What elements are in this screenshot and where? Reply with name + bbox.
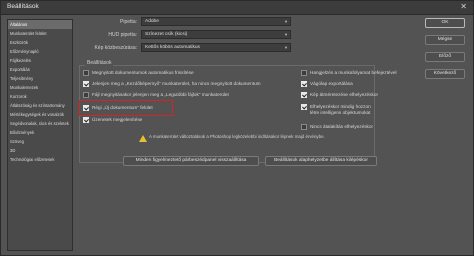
recent-files-label: Fájl megnyitásakor jelenjen meg a „Legut… [92, 92, 229, 97]
picker-value: Adobe [145, 19, 159, 24]
interpolation-value: Kettős köbös automatikus [145, 45, 200, 50]
show-messages-checkbox[interactable] [83, 117, 89, 123]
sidebar-item-type[interactable]: Szöveg [8, 137, 72, 146]
sidebar-item-performance[interactable]: Teljesítmény [8, 74, 72, 83]
beep-checkbox[interactable] [301, 70, 307, 76]
ok-button[interactable]: OK [425, 18, 465, 28]
close-icon[interactable]: ✕ [460, 2, 467, 11]
next-button[interactable]: Következő [425, 69, 465, 79]
hud-select[interactable]: Színezet csík (kicsi) ▼ [141, 30, 291, 39]
cancel-button[interactable]: Mégse [425, 35, 465, 45]
interpolation-select[interactable]: Kettős köbös automatikus ▼ [141, 43, 291, 52]
skip-transform-label: Nincs átalakítás elhelyezéskor [310, 124, 374, 129]
auto-update-label: Megnyitott dokumentumok automatikus fris… [92, 70, 194, 75]
preferences-sidebar: Általános Munkaterület felület Eszközök … [7, 19, 73, 251]
sidebar-item-tools[interactable]: Eszközök [8, 38, 72, 47]
picker-select[interactable]: Adobe ▼ [141, 17, 291, 26]
reset-preferences-button[interactable]: Beállítások alaphelyzetbe állítása kilép… [265, 156, 377, 166]
resize-on-place-checkbox[interactable] [301, 92, 307, 98]
sidebar-item-general[interactable]: Általános [8, 20, 72, 29]
smart-objects-checkbox[interactable] [301, 104, 307, 110]
preferences-dialog: Beállítások ✕ Általános Munkaterület fel… [0, 0, 474, 256]
reset-warnings-button[interactable]: Minden figyelmeztető párbeszédpanel viss… [123, 156, 259, 166]
options-group-title: Beállítások [85, 60, 114, 66]
beep-label: Hangjelzés a munkafolyamat befejeztével [310, 70, 397, 75]
chevron-down-icon: ▼ [284, 45, 288, 50]
sidebar-item-export[interactable]: Exportálás [8, 65, 72, 74]
sidebar-item-plugins[interactable]: Bővítmények [8, 128, 72, 137]
resize-on-place-label: Kép átméretezése elhelyezéskor [310, 92, 379, 97]
home-screen-label: Jelenjen meg a „Kezdőképernyő” munkaterü… [92, 81, 261, 86]
auto-update-checkbox[interactable] [83, 70, 89, 76]
sidebar-item-tech-previews[interactable]: Technológiai előzetesek [8, 155, 72, 164]
hud-label: HUD pipetta: [108, 32, 137, 38]
sidebar-item-guides[interactable]: Segédvonalak, rács és szeletek [8, 119, 72, 128]
sidebar-item-3d[interactable]: 3D [8, 146, 72, 155]
chevron-down-icon: ▼ [284, 19, 288, 24]
interpolation-label: Kép közbeszúrása: [94, 45, 137, 51]
sidebar-item-units[interactable]: Mértékegységek és vonalzók [8, 110, 72, 119]
title-bar: Beállítások ✕ [1, 1, 473, 15]
highlight-box [79, 100, 173, 116]
hud-value: Színezet csík (kicsi) [145, 32, 188, 37]
previous-button[interactable]: Előző [425, 52, 465, 62]
sidebar-item-file-handling[interactable]: Fájlkezelés [8, 56, 72, 65]
chevron-down-icon: ▼ [284, 32, 288, 37]
export-clipboard-label: Vágólap exportálása [310, 81, 353, 86]
show-messages-label: Üzenetek megjelenítése [92, 117, 143, 122]
sidebar-item-history[interactable]: Előzménynapló [8, 47, 72, 56]
workspace-note: A munkaterület változtatások a Photoshop… [149, 134, 325, 139]
sidebar-item-workspace[interactable]: Munkaterület felület [8, 29, 72, 38]
export-clipboard-checkbox[interactable] [301, 81, 307, 87]
picker-label: Pipetta: [120, 19, 137, 25]
warning-icon [139, 135, 147, 142]
sidebar-item-scratch-disks[interactable]: Munkalemezek [8, 83, 72, 92]
skip-transform-checkbox[interactable] [301, 124, 307, 130]
sidebar-item-transparency[interactable]: Átlátszóság és színtartomány [8, 101, 72, 110]
home-screen-checkbox[interactable] [83, 81, 89, 87]
smart-objects-label: Elhelyezéskor mindig hozzon létre intell… [310, 104, 371, 115]
sidebar-item-cursors[interactable]: Kurzorok [8, 92, 72, 101]
recent-files-checkbox[interactable] [83, 92, 89, 98]
window-title: Beállítások [7, 3, 39, 10]
